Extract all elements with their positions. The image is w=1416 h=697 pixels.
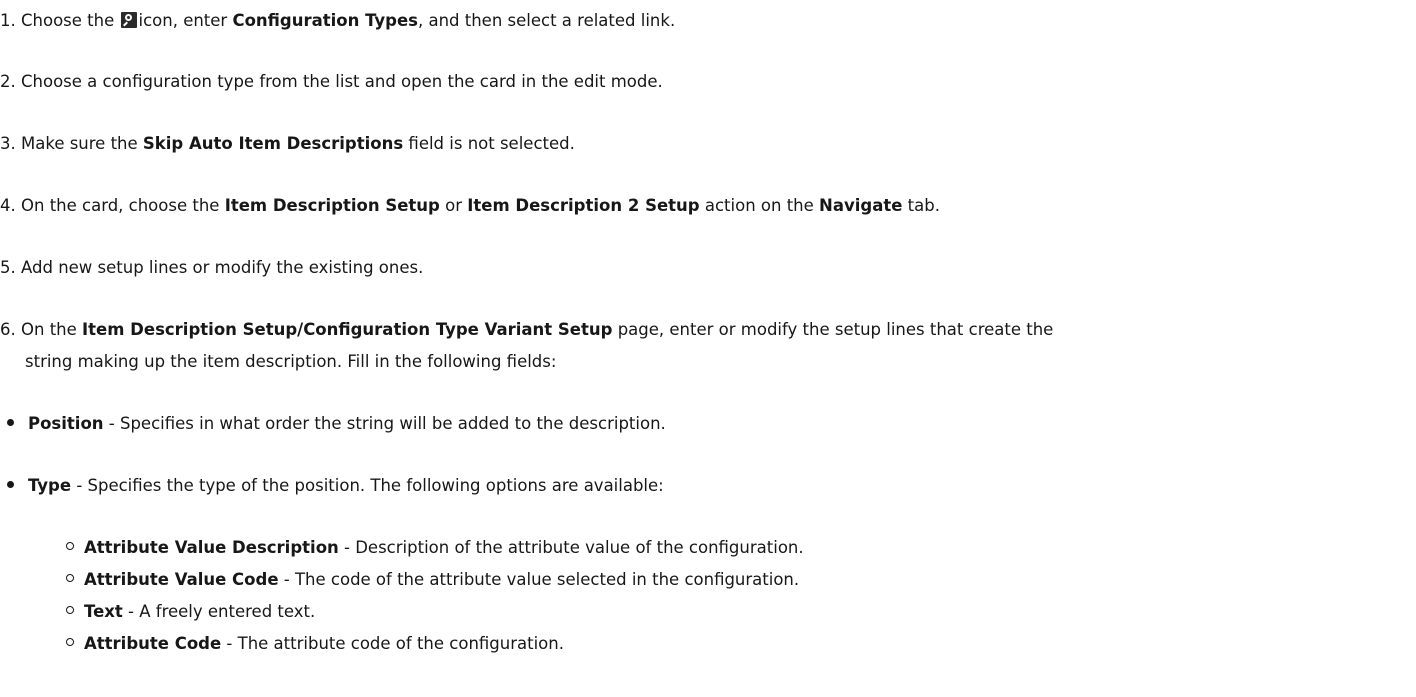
bullet-position: Position - Specifies in what order the s… — [0, 414, 666, 433]
step-text: or — [445, 196, 462, 215]
sub-bullet-attribute-value-description: Attribute Value Description - Descriptio… — [66, 538, 804, 557]
step-text: On the card, choose the — [21, 196, 220, 215]
sub-bullet-attribute-value-code: Attribute Value Code - The code of the a… — [66, 570, 800, 589]
step-6: 6. On the Item Description Setup/Configu… — [0, 320, 1054, 339]
sub-bullet-attribute-code: Attribute Code - The attribute code of t… — [66, 634, 564, 653]
step-text: Choose a configuration type from the lis… — [21, 72, 663, 91]
step-text: , and then select a related link. — [417, 11, 676, 30]
bullet-icon — [7, 481, 14, 488]
step-number: 4. — [0, 196, 16, 215]
circle-bullet-icon — [66, 638, 74, 646]
circle-bullet-icon — [66, 606, 74, 614]
circle-bullet-icon — [66, 542, 74, 550]
step-text: action on the — [704, 196, 814, 215]
sub-bullet-term: Attribute Value Code — [84, 570, 279, 589]
step-3: 3. Make sure the Skip Auto Item Descript… — [0, 134, 575, 153]
document-body: 1. Choose the icon, enter Configuration … — [0, 0, 1416, 697]
step-4: 4. On the card, choose the Item Descript… — [0, 196, 940, 215]
step-text: string making up the item description. F… — [25, 352, 557, 371]
bullet-desc: - Specifies the type of the position. Th… — [76, 476, 664, 495]
bullet-type: Type - Specifies the type of the positio… — [0, 476, 664, 495]
sub-bullet-text: Text - A freely entered text. — [66, 602, 316, 621]
step-text: tab. — [907, 196, 940, 215]
step-text: page, enter or modify the setup lines th… — [617, 320, 1054, 339]
step-bold-term: Navigate — [819, 196, 903, 215]
step-number: 2. — [0, 72, 16, 91]
step-1: 1. Choose the icon, enter Configuration … — [0, 12, 675, 30]
step-text: Add new setup lines or modify the existi… — [21, 258, 424, 277]
bullet-term: Position — [28, 414, 104, 433]
search-icon — [120, 12, 137, 28]
bullet-term: Type — [28, 476, 72, 495]
sub-bullet-term: Text — [84, 602, 123, 621]
step-bold-term: Configuration Types — [232, 11, 418, 30]
step-bold-term: Item Description Setup — [224, 196, 440, 215]
step-text: Choose the — [21, 11, 115, 30]
step-bold-term: Skip Auto Item Descriptions — [142, 134, 404, 153]
step-number: 1. — [0, 11, 16, 30]
step-text: On the — [21, 320, 77, 339]
step-text: icon, enter — [138, 11, 228, 30]
step-bold-term: Item Description 2 Setup — [467, 196, 700, 215]
sub-bullet-desc: - Description of the attribute value of … — [344, 538, 804, 557]
step-2: 2. Choose a configuration type from the … — [0, 72, 663, 91]
step-text: field is not selected. — [408, 134, 575, 153]
step-6-continuation: string making up the item description. F… — [25, 352, 557, 371]
step-number: 3. — [0, 134, 16, 153]
step-text: Make sure the — [21, 134, 138, 153]
step-number: 5. — [0, 258, 16, 277]
circle-bullet-icon — [66, 574, 74, 582]
sub-bullet-desc: - The code of the attribute value select… — [283, 570, 800, 589]
step-bold-term: Item Description Setup/Configuration Typ… — [82, 320, 613, 339]
bullet-desc: - Specifies in what order the string wil… — [108, 414, 666, 433]
sub-bullet-desc: - The attribute code of the configuratio… — [226, 634, 564, 653]
step-number: 6. — [0, 320, 16, 339]
sub-bullet-term: Attribute Value Description — [84, 538, 339, 557]
sub-bullet-desc: - A freely entered text. — [128, 602, 316, 621]
sub-bullet-term: Attribute Code — [84, 634, 222, 653]
step-5: 5. Add new setup lines or modify the exi… — [0, 258, 424, 277]
bullet-icon — [7, 419, 14, 426]
